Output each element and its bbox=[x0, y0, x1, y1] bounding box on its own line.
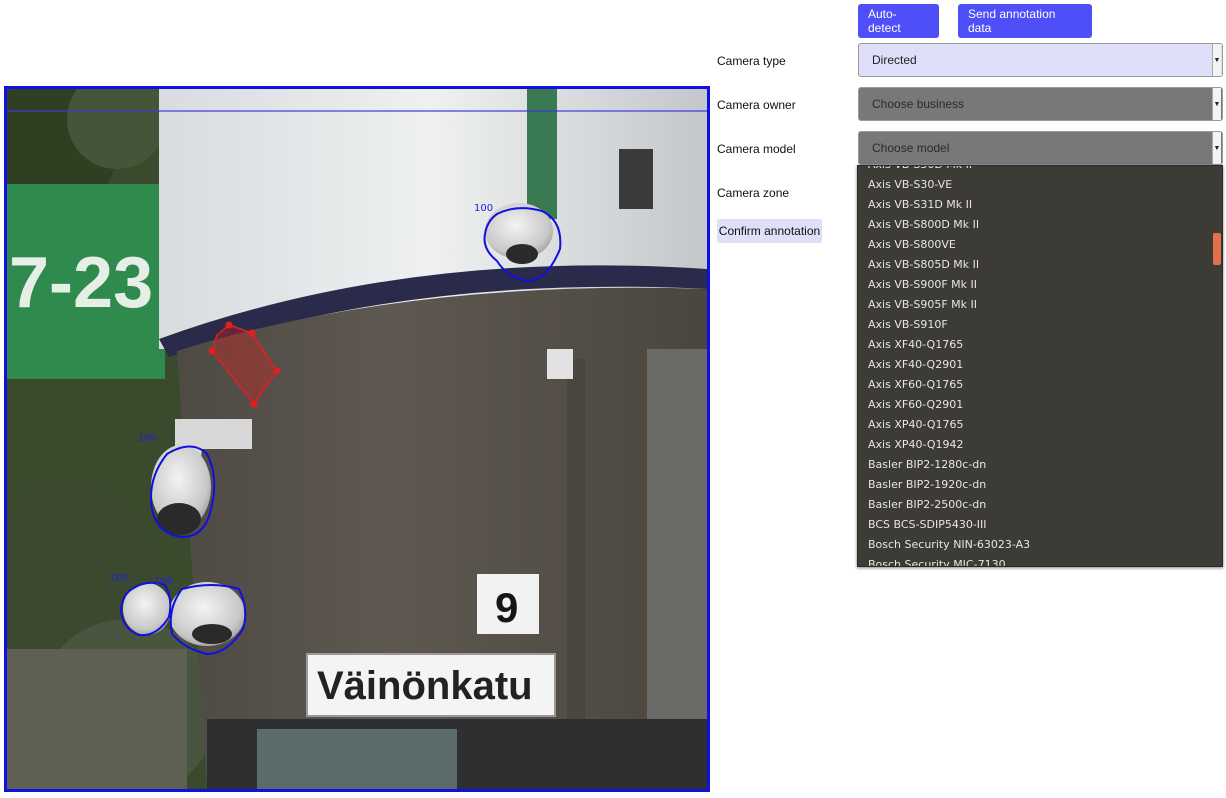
model-option[interactable]: Axis XP40-Q1942 bbox=[858, 435, 1212, 455]
polygon-vertex-handle[interactable] bbox=[250, 400, 258, 408]
polygon-vertex-handle[interactable] bbox=[273, 367, 281, 375]
chevron-down-icon: ▼ bbox=[1212, 44, 1221, 76]
model-option[interactable]: Axis XF40-Q2901 bbox=[858, 355, 1212, 375]
model-option[interactable]: Axis XF60-Q2901 bbox=[858, 395, 1212, 415]
model-option[interactable]: Axis VB-S900F Mk II bbox=[858, 275, 1212, 295]
annotation-canvas[interactable]: 7-23 9 Väinönkatu 100 100 100 100 bbox=[4, 86, 710, 792]
camera-type-select[interactable]: Directed ▼ bbox=[858, 43, 1223, 77]
annotation-score: 100 bbox=[474, 203, 493, 214]
annotation-score: 100 bbox=[154, 576, 173, 587]
camera-model-label: Camera model bbox=[717, 142, 796, 156]
camera-model-select[interactable]: Choose model ▼ bbox=[858, 131, 1223, 165]
camera-model-dropdown[interactable]: Axis VB-S30D Mk IIAxis VB-S30-VEAxis VB-… bbox=[857, 165, 1223, 567]
annotation-score: 100 bbox=[109, 573, 128, 584]
camera-zone-label: Camera zone bbox=[717, 186, 790, 200]
auto-detect-button[interactable]: Auto-detect bbox=[858, 4, 939, 38]
model-option[interactable]: Axis VB-S31D Mk II bbox=[858, 195, 1212, 215]
model-option[interactable]: Axis VB-S905F Mk II bbox=[858, 295, 1212, 315]
confirm-annotation-button[interactable]: Confirm annotation bbox=[717, 219, 822, 243]
chevron-down-icon: ▼ bbox=[1212, 132, 1221, 164]
camera-owner-label: Camera owner bbox=[717, 98, 796, 112]
model-option[interactable]: Axis VB-S805D Mk II bbox=[858, 255, 1212, 275]
camera-model-options: Axis VB-S30D Mk IIAxis VB-S30-VEAxis VB-… bbox=[858, 166, 1212, 566]
house-number-text: 9 bbox=[495, 584, 518, 631]
polygon-vertex-handle[interactable] bbox=[208, 347, 216, 355]
model-option[interactable]: Basler BIP2-1920c-dn bbox=[858, 475, 1212, 495]
model-option[interactable]: Axis XP40-Q1765 bbox=[858, 415, 1212, 435]
green-sign-text: 7-23 bbox=[9, 243, 153, 323]
send-annotation-data-button[interactable]: Send annotation data bbox=[958, 4, 1092, 38]
street-sign-text: Väinönkatu bbox=[317, 664, 533, 708]
model-option[interactable]: BCS BCS-SDIP5430-III bbox=[858, 515, 1212, 535]
model-option[interactable]: Axis VB-S800VE bbox=[858, 235, 1212, 255]
camera-model-value: Choose model bbox=[872, 141, 950, 155]
dropdown-scrollbar[interactable] bbox=[1213, 166, 1222, 566]
model-option[interactable]: Bosch Security MIC-7130 bbox=[858, 555, 1212, 566]
model-option[interactable]: Axis XF60-Q1765 bbox=[858, 375, 1212, 395]
camera-type-value: Directed bbox=[872, 53, 917, 67]
model-option[interactable]: Axis XF40-Q1765 bbox=[858, 335, 1212, 355]
camera-owner-select[interactable]: Choose business ▼ bbox=[858, 87, 1223, 121]
camera-type-label: Camera type bbox=[717, 54, 786, 68]
model-option[interactable]: Axis VB-S910F bbox=[858, 315, 1212, 335]
model-option[interactable]: Axis VB-S30D Mk II bbox=[858, 166, 1212, 175]
model-option[interactable]: Basler BIP2-2500c-dn bbox=[858, 495, 1212, 515]
polygon-vertex-handle[interactable] bbox=[248, 329, 256, 337]
camera-owner-value: Choose business bbox=[872, 97, 965, 111]
model-option[interactable]: Bosch Security NIN-63023-A3 bbox=[858, 535, 1212, 555]
chevron-down-icon: ▼ bbox=[1212, 88, 1221, 120]
dropdown-scroll-thumb[interactable] bbox=[1213, 233, 1221, 265]
model-option[interactable]: Basler BIP2-1280c-dn bbox=[858, 455, 1212, 475]
street-view-image: 7-23 9 Väinönkatu 100 100 100 100 bbox=[7, 89, 707, 789]
model-option[interactable]: Axis VB-S800D Mk II bbox=[858, 215, 1212, 235]
annotation-score: 100 bbox=[138, 433, 157, 444]
model-option[interactable]: Axis VB-S30-VE bbox=[858, 175, 1212, 195]
polygon-vertex-handle[interactable] bbox=[225, 321, 233, 329]
